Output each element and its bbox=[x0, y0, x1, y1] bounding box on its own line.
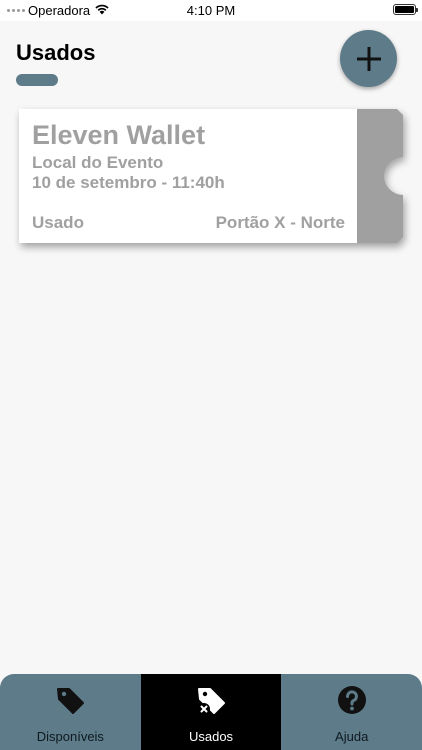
ticket-status: Usado bbox=[32, 213, 84, 232]
add-ticket-button[interactable] bbox=[340, 30, 397, 87]
help-icon bbox=[337, 686, 366, 714]
tag-icon bbox=[57, 688, 85, 714]
page-title: Usados bbox=[16, 40, 96, 65]
tab-label: Usados bbox=[188, 729, 234, 744]
ticket-body: Eleven Wallet Local do Evento 10 de sete… bbox=[19, 109, 357, 243]
tab-bar: Disponíveis Usados Ajuda bbox=[0, 674, 422, 750]
status-time: 4:10 PM bbox=[186, 3, 236, 18]
tab-ajuda[interactable]: Ajuda bbox=[281, 674, 422, 750]
event-venue: Local do Evento bbox=[32, 153, 164, 172]
ticket-stub bbox=[357, 109, 403, 243]
event-datetime: 10 de setembro - 11:40h bbox=[32, 173, 225, 192]
tab-disponiveis[interactable]: Disponíveis bbox=[0, 674, 141, 750]
battery-icon bbox=[393, 4, 418, 15]
tab-usados[interactable]: Usados bbox=[140, 674, 282, 750]
tab-label: Ajuda bbox=[335, 729, 369, 744]
plus-icon bbox=[356, 46, 381, 71]
event-name: Eleven Wallet bbox=[32, 120, 206, 150]
tag-used-icon bbox=[198, 688, 225, 715]
ticket-gate: Portão X - Norte bbox=[215, 213, 345, 232]
tab-label: Disponíveis bbox=[36, 729, 104, 744]
status-bar: Operadora 4:10 PM bbox=[0, 0, 422, 21]
ticket-card[interactable]: Eleven Wallet Local do Evento 10 de sete… bbox=[19, 109, 403, 243]
title-underline bbox=[16, 74, 58, 86]
